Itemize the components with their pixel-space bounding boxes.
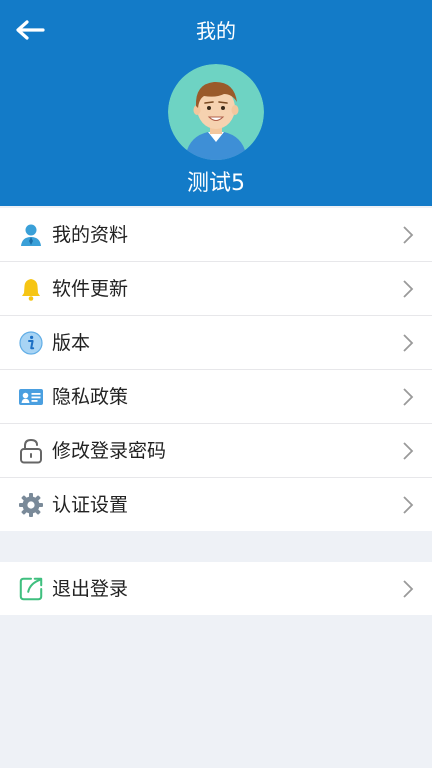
menu-item-label: 修改登录密码 <box>52 439 167 462</box>
menu-item-my-profile[interactable]: 我的资料 <box>0 208 432 262</box>
info-icon <box>18 330 44 356</box>
menu-item-privacy-policy[interactable]: 隐私政策 <box>0 370 432 424</box>
menu-item-label: 认证设置 <box>52 493 129 516</box>
menu-item-version[interactable]: 版本 <box>0 316 432 370</box>
menu-item-label: 版本 <box>52 331 91 354</box>
gear-icon <box>18 492 44 518</box>
username: 测试5 <box>187 171 245 196</box>
menu-item-label: 我的资料 <box>52 223 129 246</box>
menu-item-software-update[interactable]: 软件更新 <box>0 262 432 316</box>
lock-icon <box>18 438 44 464</box>
chevron-right-icon <box>403 225 414 244</box>
menu-item-label: 隐私政策 <box>52 385 129 408</box>
menu-item-auth-settings[interactable]: 认证设置 <box>0 478 432 531</box>
bell-icon <box>18 276 44 302</box>
menu-item-change-password[interactable]: 修改登录密码 <box>0 424 432 478</box>
chevron-right-icon <box>403 495 414 514</box>
exit-icon <box>18 576 44 602</box>
logout-button[interactable]: 退出登录 <box>0 562 432 615</box>
user-profile-icon <box>18 222 44 248</box>
page-title: 我的 <box>196 19 236 43</box>
chevron-right-icon <box>403 387 414 406</box>
chevron-right-icon <box>403 441 414 460</box>
settings-menu: 我的资料 软件更新 版本 隐私政策 修改登录密码 认证设置 <box>0 208 432 531</box>
menu-item-label: 软件更新 <box>52 277 129 300</box>
chevron-right-icon <box>403 279 414 298</box>
header-bar: 我的 测试5 <box>0 0 432 206</box>
avatar[interactable] <box>168 64 264 160</box>
chevron-right-icon <box>403 333 414 352</box>
id-card-icon <box>18 384 44 410</box>
chevron-right-icon <box>403 579 414 598</box>
logout-label: 退出登录 <box>52 577 129 600</box>
